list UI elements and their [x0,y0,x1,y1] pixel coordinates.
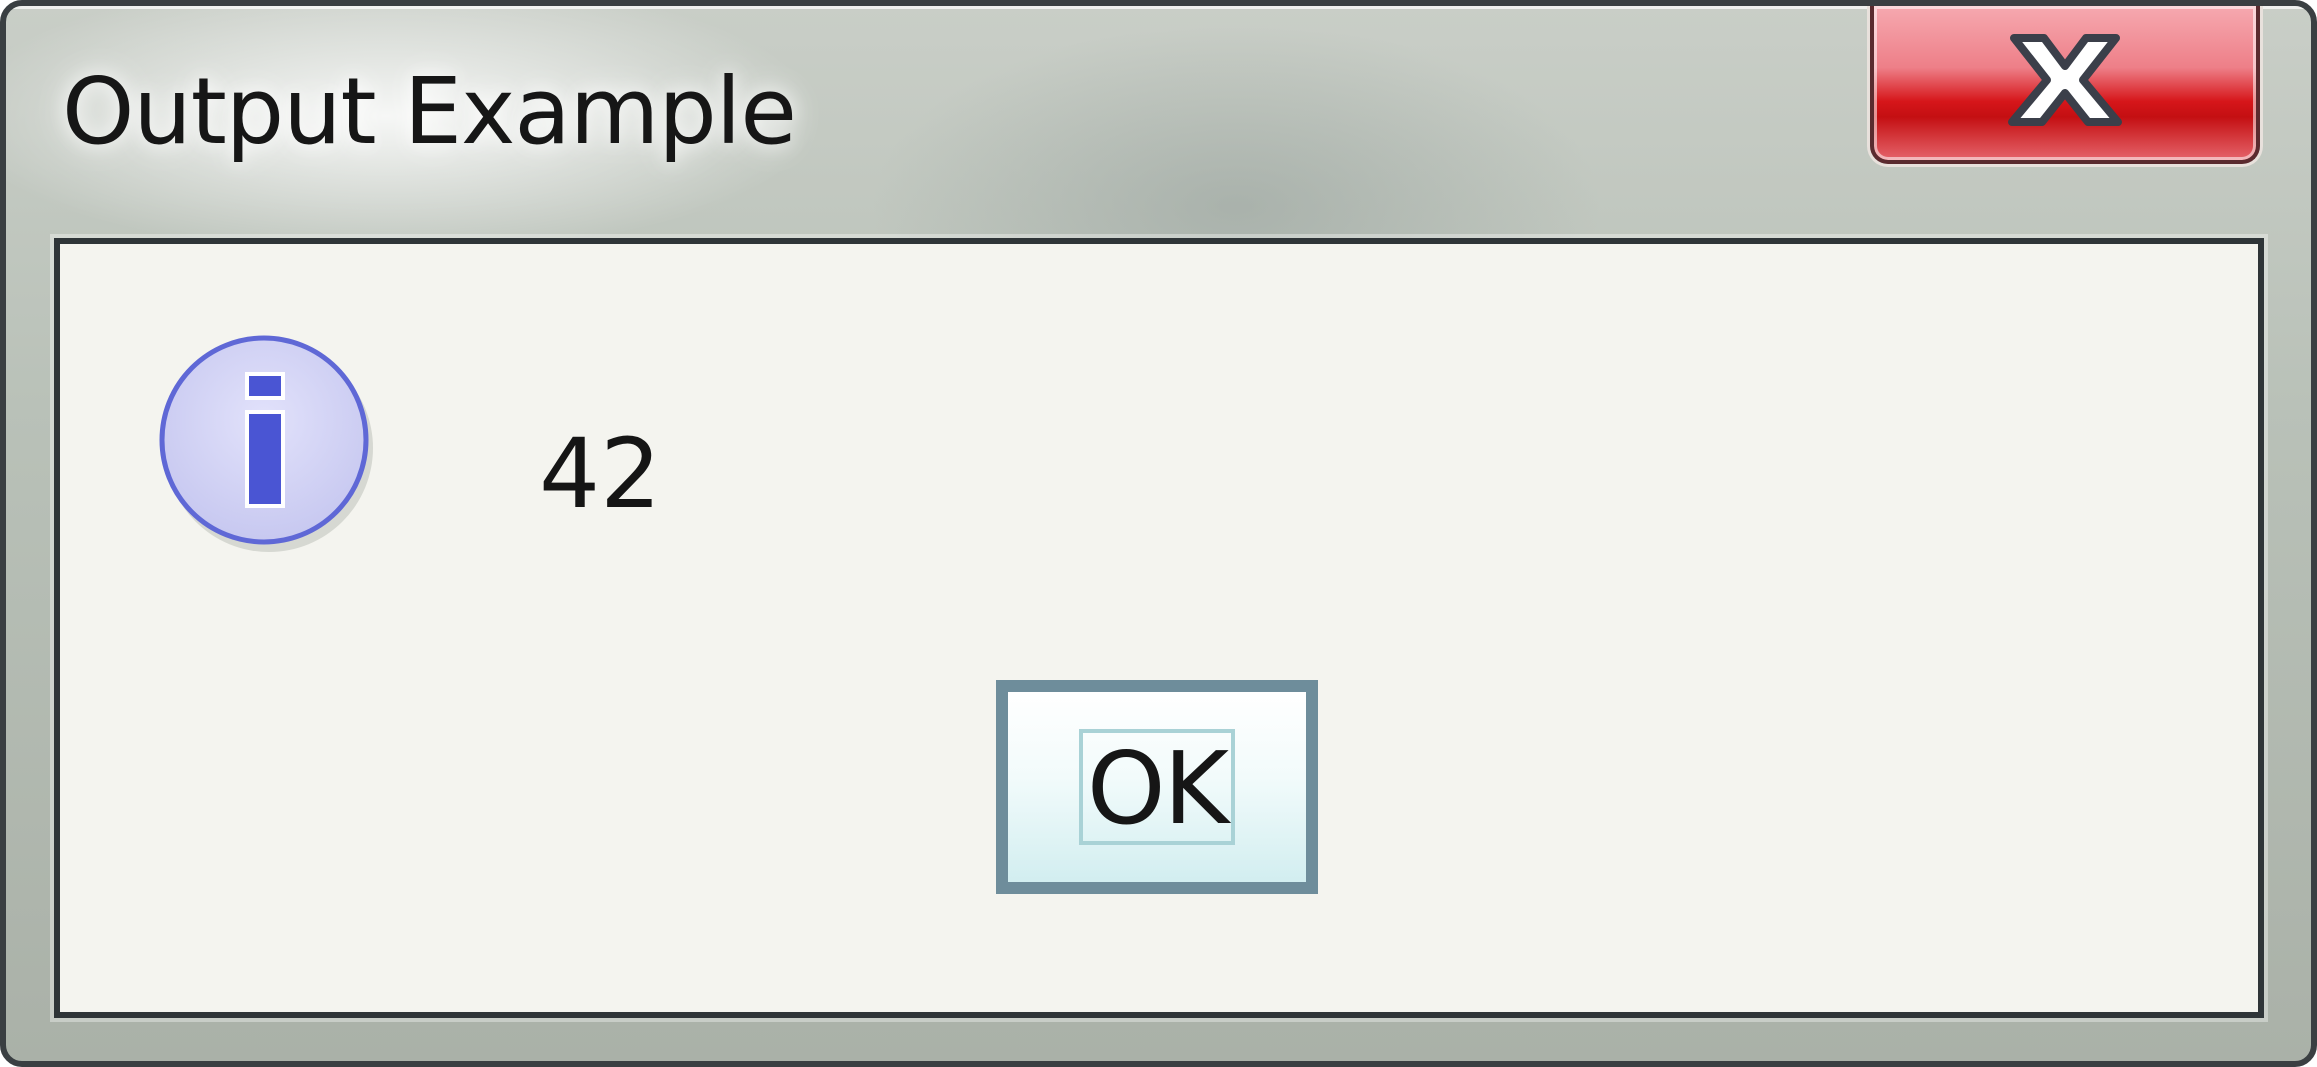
window-title: Output Example [62,58,797,165]
info-icon [159,335,373,552]
message-text: 42 [539,418,662,530]
close-icon [2008,34,2122,126]
close-button[interactable] [1870,6,2260,164]
dialog-content-panel [54,238,2264,1018]
ok-button[interactable]: OK [996,680,1318,894]
ok-button-label: OK [1086,730,1229,847]
ok-button-focus-outline: OK [1078,729,1236,847]
dialog-window: Output Example 42 OK [0,0,2317,1067]
